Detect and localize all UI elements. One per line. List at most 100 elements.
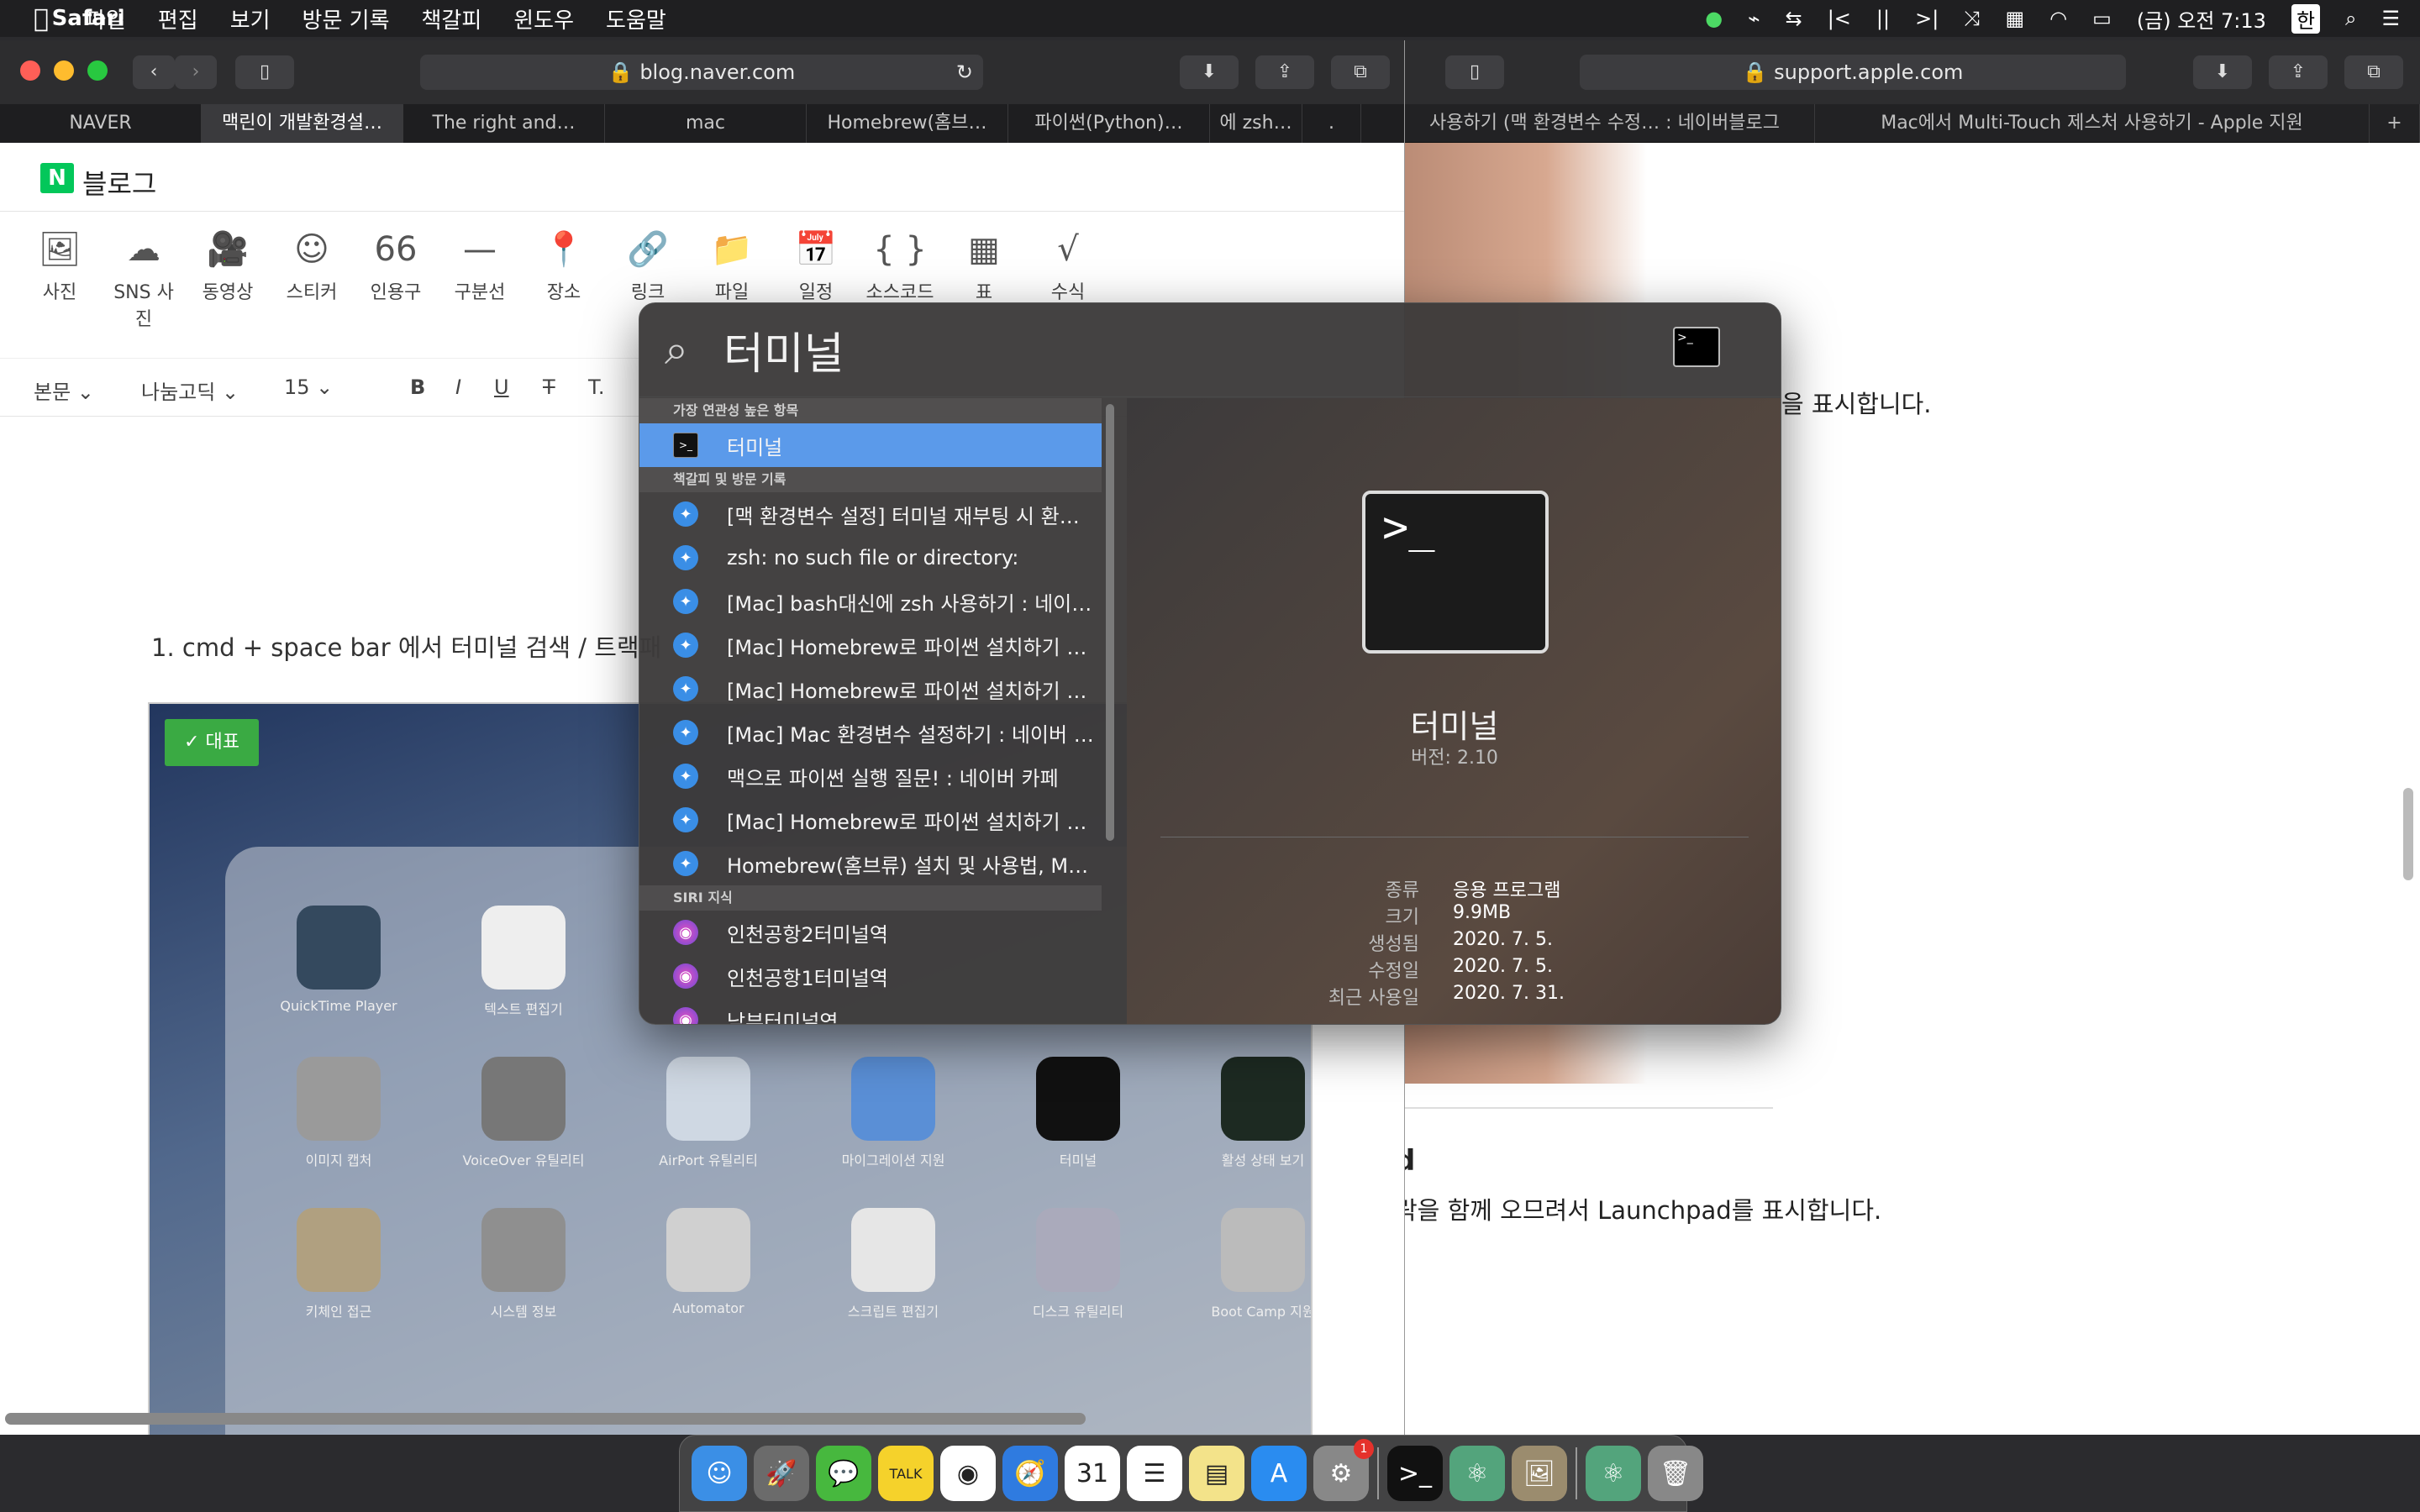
- dock-safari-icon[interactable]: 🧭: [1002, 1446, 1058, 1501]
- tool-place[interactable]: 📍 장소: [526, 225, 602, 304]
- tab-zsh[interactable]: 에 zsh…: [1210, 104, 1302, 143]
- text-color-button[interactable]: T.: [588, 375, 604, 399]
- layout-icon[interactable]: ▦: [2005, 7, 2024, 30]
- result-terminal[interactable]: >_ 터미널: [639, 423, 1102, 467]
- tool-photo[interactable]: 🖼 사진: [22, 225, 97, 304]
- dock-notes-icon[interactable]: ▤: [1189, 1446, 1244, 1501]
- zoom-button[interactable]: [87, 60, 108, 81]
- menu-view[interactable]: 보기: [230, 3, 271, 34]
- tab-naver-blog[interactable]: 사용하기 (맥 환경변수 수정… : 네이버블로그: [1395, 104, 1815, 143]
- naver-logo[interactable]: N: [40, 163, 74, 193]
- dock-atom2-icon[interactable]: ⚛: [1586, 1446, 1641, 1501]
- terminal-app-icon[interactable]: >_: [1362, 491, 1549, 654]
- media-pause-icon[interactable]: ||: [1876, 7, 1890, 30]
- tool-sticker[interactable]: ☺ 스티커: [274, 225, 350, 304]
- paragraph-style-select[interactable]: 본문 ⌄: [34, 375, 94, 405]
- blog-title[interactable]: 블로그: [82, 163, 156, 202]
- wifi-icon[interactable]: ◠: [2049, 7, 2067, 30]
- result-bookmark[interactable]: ✦ [Mac] Mac 환경변수 설정하기 : 네이버 블…: [639, 711, 1102, 754]
- back-button[interactable]: ‹: [133, 55, 175, 89]
- tab-blog-active[interactable]: 맥린이 개발환경설…: [202, 104, 403, 143]
- tab-python[interactable]: 파이썬(Python)…: [1008, 104, 1210, 143]
- menu-help[interactable]: 도움말: [606, 3, 666, 34]
- tab-naver[interactable]: NAVER: [0, 104, 202, 143]
- clock[interactable]: (금) 오전 7:13: [2137, 4, 2266, 34]
- step-text[interactable]: 1. cmd + space bar 에서 터미널 검색 / 트랙패: [151, 628, 661, 664]
- tab-right-and[interactable]: The right and…: [403, 104, 605, 143]
- horizontal-scrollbar[interactable]: [5, 1413, 1086, 1425]
- media-prev-icon[interactable]: |<: [1828, 7, 1851, 30]
- minimize-button[interactable]: [54, 60, 74, 81]
- close-button[interactable]: [20, 60, 40, 81]
- dock-finder-icon[interactable]: ☺: [692, 1446, 747, 1501]
- tool-sns-photo[interactable]: ☁ SNS 사진: [106, 225, 182, 331]
- result-bookmark[interactable]: ✦ zsh: no such file or directory:: [639, 536, 1102, 580]
- download-button[interactable]: ⬇: [1180, 55, 1239, 89]
- font-size-select[interactable]: 15 ⌄: [284, 375, 333, 399]
- tool-divider[interactable]: — 구분선: [442, 225, 518, 304]
- font-select[interactable]: 나눔고딕 ⌄: [141, 375, 239, 405]
- result-bookmark[interactable]: ✦ [Mac] Homebrew로 파이썬 설치하기 1 :…: [639, 798, 1102, 842]
- menu-window[interactable]: 윈도우: [513, 3, 574, 34]
- representative-badge[interactable]: ✓ 대표: [165, 719, 259, 766]
- tool-video[interactable]: 🎥 동영상: [190, 225, 266, 304]
- status-app-icon[interactable]: ●: [1705, 7, 1723, 30]
- tab-apple-support[interactable]: Mac에서 Multi-Touch 제스처 사용하기 - Apple 지원: [1815, 104, 2370, 143]
- result-siri[interactable]: ◉ 남부터미널역: [639, 998, 1102, 1024]
- dock-terminal-icon[interactable]: >_: [1387, 1446, 1443, 1501]
- forward-button[interactable]: ›: [175, 55, 217, 89]
- tool-formula[interactable]: √ 수식: [1030, 225, 1106, 304]
- tab-homebrew[interactable]: Homebrew(홈브…: [807, 104, 1008, 143]
- dock-calendar-icon[interactable]: 31: [1065, 1446, 1120, 1501]
- dock-launchpad-icon[interactable]: 🚀: [754, 1446, 809, 1501]
- result-siri[interactable]: ◉ 인천공항1터미널역: [639, 954, 1102, 998]
- status-icon-2[interactable]: ⇆: [1786, 7, 1802, 30]
- status-icon-1[interactable]: ⌁: [1748, 7, 1760, 30]
- tabs-overview-button[interactable]: ⧉: [1331, 55, 1390, 89]
- spotlight-icon[interactable]: ⌕: [2345, 7, 2356, 30]
- result-bookmark[interactable]: ✦ [Mac] Homebrew로 파이썬 설치하기 2 :…: [639, 667, 1102, 711]
- control-center-icon[interactable]: ☰: [2381, 7, 2400, 30]
- tool-table[interactable]: ▦ 표: [946, 225, 1022, 304]
- result-bookmark[interactable]: ✦ 맥으로 파이썬 실행 질문! : 네이버 카페: [639, 754, 1102, 798]
- tool-source-code[interactable]: { } 소스코드: [862, 225, 938, 304]
- underline-button[interactable]: U: [494, 375, 509, 399]
- italic-button[interactable]: I: [455, 375, 461, 399]
- tool-schedule[interactable]: 📅 일정: [778, 225, 854, 304]
- dock-atom-icon[interactable]: ⚛: [1449, 1446, 1505, 1501]
- reload-icon[interactable]: ↻: [956, 55, 973, 90]
- dock-trash-icon[interactable]: 🗑: [1648, 1446, 1703, 1501]
- dock-kakaotalk-icon[interactable]: TALK: [878, 1446, 934, 1501]
- results-scrollbar[interactable]: [1106, 404, 1114, 841]
- tabs-overview-button[interactable]: ⧉: [2344, 55, 2403, 89]
- tab-mac[interactable]: mac: [605, 104, 807, 143]
- dock-reminders-icon[interactable]: ☰: [1127, 1446, 1182, 1501]
- bold-button[interactable]: B: [410, 375, 425, 399]
- sidebar-button[interactable]: ▯: [235, 55, 294, 89]
- result-bookmark[interactable]: ✦ [Mac] bash대신에 zsh 사용하기 : 네이버…: [639, 580, 1102, 623]
- input-source[interactable]: 한: [2291, 3, 2321, 34]
- vertical-scrollbar[interactable]: [2403, 788, 2413, 880]
- result-bookmark[interactable]: ✦ [맥 환경변수 설정] 터미널 재부팅 시 환경변…: [639, 492, 1102, 536]
- media-next-icon[interactable]: >|: [1915, 7, 1939, 30]
- spotlight-query-input[interactable]: 터미널: [723, 318, 844, 381]
- download-button[interactable]: ⬇: [2193, 55, 2252, 89]
- menu-history[interactable]: 방문 기록: [302, 3, 390, 34]
- address-bar[interactable]: 🔒 support.apple.com: [1580, 55, 2126, 90]
- tab-dot[interactable]: .: [1302, 104, 1361, 143]
- dock-wechat-icon[interactable]: 💬: [816, 1446, 871, 1501]
- share-button[interactable]: ⇪: [2269, 55, 2328, 89]
- dock-app-store-icon[interactable]: A: [1251, 1446, 1307, 1501]
- menu-bookmarks[interactable]: 책갈피: [422, 3, 482, 34]
- menu-app-name[interactable]: Safari: [0, 6, 176, 31]
- shuffle-icon[interactable]: ⤨: [1964, 7, 1980, 30]
- result-bookmark[interactable]: ✦ Homebrew(홈브류) 설치 및 사용법, Mac…: [639, 842, 1102, 885]
- tool-file[interactable]: 📁 파일: [694, 225, 770, 304]
- new-tab-button[interactable]: +: [2370, 104, 2420, 143]
- result-bookmark[interactable]: ✦ [Mac] Homebrew로 파이썬 설치하기 1 :…: [639, 623, 1102, 667]
- tool-link[interactable]: 🔗 링크: [610, 225, 686, 304]
- share-button[interactable]: ⇪: [1255, 55, 1314, 89]
- dock-app-icon[interactable]: ◉: [940, 1446, 996, 1501]
- result-siri[interactable]: ◉ 인천공항2터미널역: [639, 911, 1102, 954]
- dock-preview-icon[interactable]: 🖼: [1512, 1446, 1567, 1501]
